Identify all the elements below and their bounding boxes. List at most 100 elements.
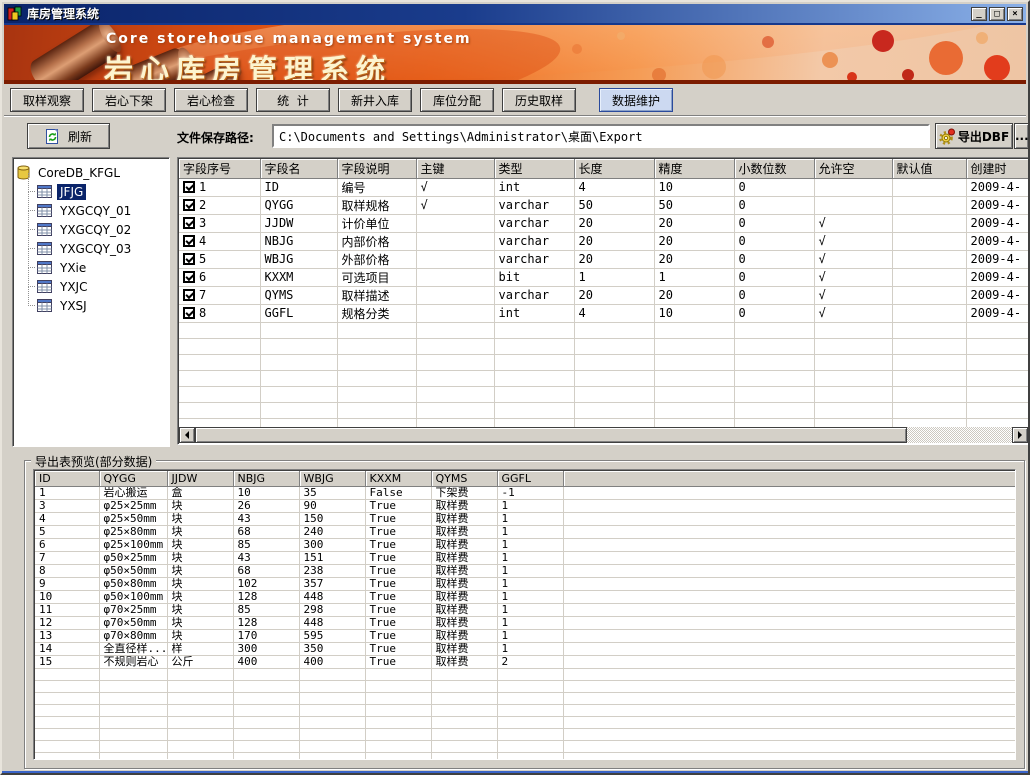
- cell[interactable]: 0: [734, 250, 814, 268]
- cell[interactable]: 取样费: [431, 577, 497, 590]
- cell[interactable]: [892, 250, 966, 268]
- toolbar-button-6[interactable]: 历史取样: [502, 88, 576, 112]
- cell[interactable]: 块: [167, 616, 233, 629]
- column-header[interactable]: NBJG: [233, 471, 299, 486]
- cell[interactable]: 400: [299, 655, 365, 668]
- table-row[interactable]: 6KXXM可选项目bit110√2009-4-: [179, 268, 1030, 286]
- table-row[interactable]: 12φ70×50mm块128448True取样费1: [35, 616, 1016, 629]
- cell[interactable]: 0: [734, 214, 814, 232]
- cell[interactable]: 1: [179, 178, 260, 196]
- column-header[interactable]: 主键: [416, 159, 494, 178]
- cell[interactable]: 块: [167, 577, 233, 590]
- cell[interactable]: 样: [167, 642, 233, 655]
- database-tree-panel[interactable]: CoreDB_KFGLJFJGYXGCQY_01YXGCQY_02YXGCQY_…: [12, 157, 170, 447]
- tree-item-6[interactable]: YXSJ: [17, 296, 167, 315]
- cell[interactable]: 4: [35, 512, 99, 525]
- column-header[interactable]: GGFL: [497, 471, 563, 486]
- table-row[interactable]: 4NBJG内部价格varchar20200√2009-4-: [179, 232, 1030, 250]
- cell[interactable]: 400: [233, 655, 299, 668]
- cell[interactable]: 取样费: [431, 525, 497, 538]
- cell[interactable]: 90: [299, 499, 365, 512]
- table-row[interactable]: 8GGFL规格分类int4100√2009-4-: [179, 304, 1030, 322]
- cell[interactable]: φ25×50mm: [99, 512, 167, 525]
- tree-item-4[interactable]: YXie: [17, 258, 167, 277]
- cell[interactable]: 1: [497, 616, 563, 629]
- cell[interactable]: 238: [299, 564, 365, 577]
- cell[interactable]: √: [814, 232, 892, 250]
- cell[interactable]: True: [365, 499, 431, 512]
- cell[interactable]: int: [494, 304, 574, 322]
- cell[interactable]: True: [365, 629, 431, 642]
- column-header[interactable]: 默认值: [892, 159, 966, 178]
- cell[interactable]: [892, 214, 966, 232]
- row-checkbox[interactable]: [183, 253, 195, 265]
- column-header[interactable]: 允许空: [814, 159, 892, 178]
- cell[interactable]: 20: [654, 214, 734, 232]
- cell[interactable]: [416, 250, 494, 268]
- cell[interactable]: NBJG: [260, 232, 337, 250]
- tree-item-0[interactable]: JFJG: [17, 182, 167, 201]
- cell[interactable]: [416, 268, 494, 286]
- column-header[interactable]: KXXM: [365, 471, 431, 486]
- cell[interactable]: 10: [35, 590, 99, 603]
- cell[interactable]: 取样费: [431, 551, 497, 564]
- refresh-button[interactable]: 刷新: [27, 123, 110, 149]
- cell[interactable]: 10: [654, 178, 734, 196]
- cell[interactable]: 1: [497, 512, 563, 525]
- tree-item-5[interactable]: YXJC: [17, 277, 167, 296]
- cell[interactable]: 350: [299, 642, 365, 655]
- cell[interactable]: 0: [734, 268, 814, 286]
- table-row[interactable]: 1岩心搬运盒1035False下架费-1: [35, 486, 1016, 499]
- browse-more-button[interactable]: ...: [1014, 123, 1029, 149]
- close-button[interactable]: ×: [1007, 7, 1023, 21]
- cell[interactable]: 3: [179, 214, 260, 232]
- cell[interactable]: 取样费: [431, 590, 497, 603]
- cell[interactable]: 3: [35, 499, 99, 512]
- column-header[interactable]: 字段序号: [179, 159, 260, 178]
- cell[interactable]: φ70×50mm: [99, 616, 167, 629]
- column-header[interactable]: QYGG: [99, 471, 167, 486]
- cell[interactable]: √: [814, 304, 892, 322]
- cell[interactable]: φ25×25mm: [99, 499, 167, 512]
- cell[interactable]: 7: [35, 551, 99, 564]
- cell[interactable]: 外部价格: [337, 250, 416, 268]
- cell[interactable]: √: [416, 196, 494, 214]
- toolbar-button-3[interactable]: 统 计: [256, 88, 330, 112]
- scroll-right-button[interactable]: [1012, 427, 1028, 443]
- table-row[interactable]: 7φ50×25mm块43151True取样费1: [35, 551, 1016, 564]
- cell[interactable]: QYGG: [260, 196, 337, 214]
- row-checkbox[interactable]: [183, 289, 195, 301]
- tree-root[interactable]: CoreDB_KFGL: [17, 163, 167, 182]
- cell[interactable]: 43: [233, 551, 299, 564]
- cell[interactable]: 8: [179, 304, 260, 322]
- cell[interactable]: 1: [35, 486, 99, 499]
- cell[interactable]: 1: [497, 525, 563, 538]
- cell[interactable]: 35: [299, 486, 365, 499]
- cell[interactable]: GGFL: [260, 304, 337, 322]
- cell[interactable]: QYMS: [260, 286, 337, 304]
- row-checkbox[interactable]: [183, 307, 195, 319]
- cell[interactable]: 298: [299, 603, 365, 616]
- cell[interactable]: 170: [233, 629, 299, 642]
- cell[interactable]: 0: [734, 178, 814, 196]
- cell[interactable]: True: [365, 655, 431, 668]
- cell[interactable]: 151: [299, 551, 365, 564]
- cell[interactable]: 20: [574, 214, 654, 232]
- cell[interactable]: 50: [654, 196, 734, 214]
- cell[interactable]: √: [814, 214, 892, 232]
- cell[interactable]: 595: [299, 629, 365, 642]
- toolbar-button-5[interactable]: 库位分配: [420, 88, 494, 112]
- cell[interactable]: 2: [497, 655, 563, 668]
- cell[interactable]: WBJG: [260, 250, 337, 268]
- cell[interactable]: 2009-4-: [966, 268, 1030, 286]
- table-row[interactable]: 2QYGG取样规格√varchar505002009-4-: [179, 196, 1030, 214]
- cell[interactable]: 1: [497, 590, 563, 603]
- cell[interactable]: 1: [497, 629, 563, 642]
- cell[interactable]: 20: [654, 232, 734, 250]
- cell[interactable]: 10: [233, 486, 299, 499]
- cell[interactable]: 4: [179, 232, 260, 250]
- cell[interactable]: 2: [179, 196, 260, 214]
- cell[interactable]: [892, 268, 966, 286]
- cell[interactable]: 300: [299, 538, 365, 551]
- cell[interactable]: 20: [574, 232, 654, 250]
